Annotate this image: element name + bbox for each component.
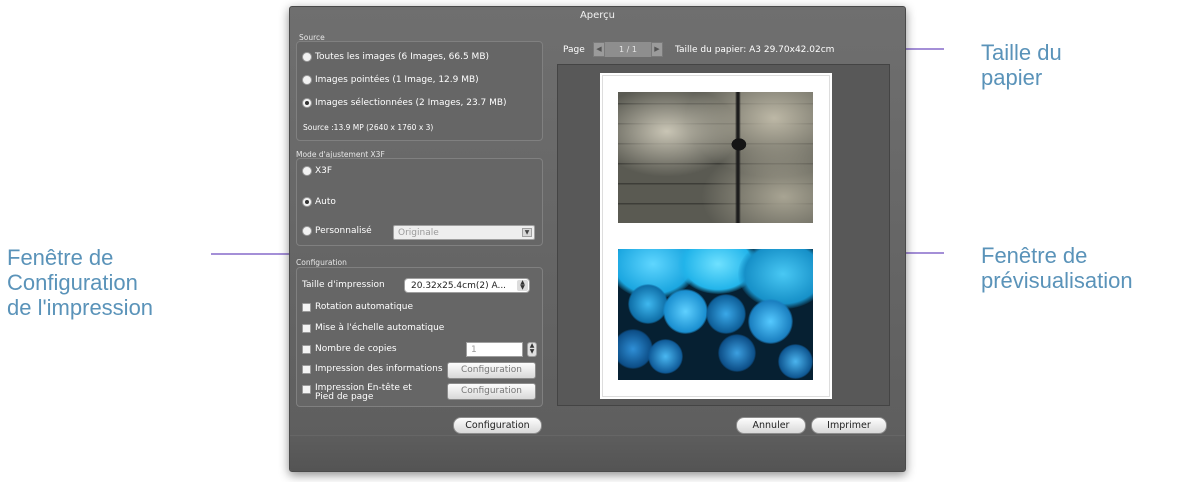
source-option-pointed[interactable]: Images pointées (1 Image, 12.9 MB)	[302, 75, 479, 85]
header-footer-config-button[interactable]: Configuration	[447, 383, 536, 400]
source-info: Source :13.9 MP (2640 x 1760 x 3)	[303, 123, 434, 132]
print-info-config-button[interactable]: Configuration	[447, 362, 536, 379]
checkbox-label: Mise à l'échelle automatique	[315, 323, 445, 333]
preview-photo-bokeh	[618, 249, 813, 380]
annotation-preview-window: Fenêtre de prévisualisation	[981, 243, 1133, 293]
checkbox[interactable]	[302, 323, 311, 333]
radio-button-selected[interactable]	[302, 98, 312, 108]
print-size-value: 20.32x25.4cm(2) A...	[411, 281, 507, 291]
annotation-print-config-line	[211, 253, 296, 255]
chevron-down-icon: ▼	[522, 228, 532, 237]
copies-input[interactable]: 1	[466, 342, 523, 357]
radio-button[interactable]	[302, 226, 312, 236]
radio-label: Personnalisé	[315, 226, 372, 236]
checkbox-label: Impression des informations	[315, 364, 443, 374]
checkbox-label: Rotation automatique	[315, 302, 414, 312]
prev-page-icon[interactable]: ◀	[593, 42, 605, 57]
header-footer-checkbox[interactable]: Impression En-tête et Pied de page	[302, 384, 433, 402]
bokeh-circle	[778, 344, 813, 379]
radio-button[interactable]	[302, 75, 312, 85]
copies-stepper[interactable]: ▲ ▼	[527, 342, 537, 357]
radio-label: Toutes les images (6 Images, 66.5 MB)	[315, 52, 490, 62]
checkbox-label: Impression En-tête et Pied de page	[315, 383, 412, 402]
checkbox[interactable]	[302, 364, 311, 374]
next-page-icon[interactable]: ▶	[651, 42, 663, 57]
cancel-button[interactable]: Annuler	[736, 417, 806, 434]
x3f-option-auto[interactable]: Auto	[302, 197, 336, 207]
paper-size-text: Taille du papier: A3 29.70x42.02cm	[675, 45, 835, 55]
x3f-option-custom[interactable]: Personnalisé	[302, 226, 372, 236]
source-option-all[interactable]: Toutes les images (6 Images, 66.5 MB)	[302, 52, 489, 62]
annotation-print-config: Fenêtre de Configuration de l'impression	[7, 245, 154, 320]
preview-area	[557, 64, 890, 406]
bokeh-circle	[618, 329, 653, 369]
radio-button-selected[interactable]	[302, 197, 312, 207]
apercu-dialog: Aperçu Source Toutes les images (6 Image…	[289, 6, 906, 472]
checkbox[interactable]	[302, 302, 311, 312]
print-size-label: Taille d'impression	[302, 280, 385, 290]
radio-label: Images pointées (1 Image, 12.9 MB)	[315, 75, 479, 85]
bokeh-circle	[648, 339, 683, 374]
print-info-checkbox[interactable]: Impression des informations	[302, 364, 443, 374]
bokeh-circle	[628, 284, 668, 324]
auto-rotation-checkbox[interactable]: Rotation automatique	[302, 302, 413, 312]
radio-label: Images sélectionnées (2 Images, 23.7 MB)	[315, 98, 507, 108]
configuration-label: Configuration	[296, 258, 347, 267]
auto-scale-checkbox[interactable]: Mise à l'échelle automatique	[302, 323, 444, 333]
page-pager: ◀ 1 / 1 ▶	[593, 42, 663, 57]
updown-arrows-icon: ▲ ▼	[517, 280, 528, 291]
window-footer	[290, 435, 905, 471]
radio-label: X3F	[315, 166, 333, 176]
x3f-option-x3f[interactable]: X3F	[302, 166, 332, 176]
bokeh-circle	[718, 334, 756, 372]
bokeh-circle	[663, 289, 708, 334]
bokeh-circle	[706, 294, 746, 334]
page-label: Page	[563, 45, 585, 55]
checkbox[interactable]	[302, 344, 311, 354]
radio-label: Auto	[315, 197, 336, 207]
preview-photo-shadow-wall	[618, 92, 813, 223]
source-option-selected[interactable]: Images sélectionnées (2 Images, 23.7 MB)	[302, 98, 507, 108]
window-title: Aperçu	[579, 10, 616, 21]
print-size-select[interactable]: 20.32x25.4cm(2) A... ▲ ▼	[404, 278, 530, 293]
annotation-paper-size: Taille du papier	[981, 40, 1062, 90]
checkbox-label: Nombre de copies	[315, 344, 397, 354]
copies-checkbox[interactable]: Nombre de copies	[302, 344, 397, 354]
radio-button[interactable]	[302, 166, 312, 176]
source-group: Toutes les images (6 Images, 66.5 MB) Im…	[296, 41, 543, 141]
configuration-group: Taille d'impression 20.32x25.4cm(2) A...…	[296, 267, 543, 407]
x3f-mode-group: X3F Auto Personnalisé Originale ▼	[296, 158, 543, 246]
custom-mode-value: Originale	[398, 228, 439, 238]
checkbox[interactable]	[302, 385, 311, 394]
bokeh-circle	[748, 299, 793, 344]
radio-button[interactable]	[302, 52, 312, 62]
custom-mode-select[interactable]: Originale ▼	[393, 225, 535, 240]
page-number: 1 / 1	[605, 42, 651, 57]
configuration-button[interactable]: Configuration	[453, 417, 542, 434]
paper-page	[600, 73, 832, 399]
print-button[interactable]: Imprimer	[811, 417, 887, 434]
